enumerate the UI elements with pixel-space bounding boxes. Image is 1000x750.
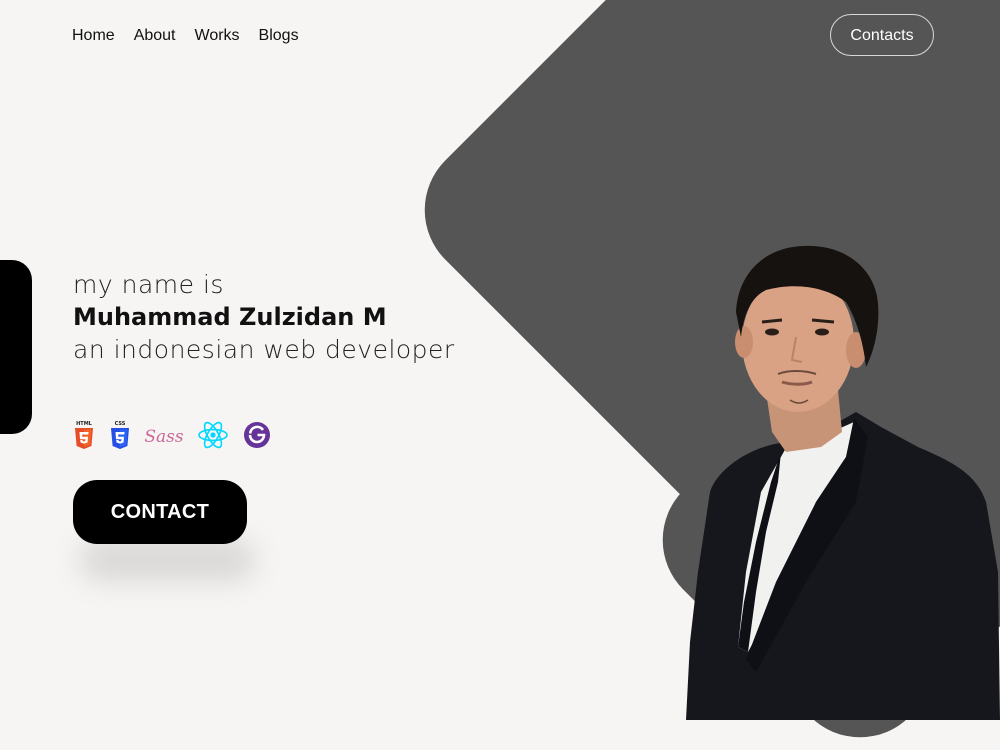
landing-page: Home About Works Blogs Contacts my name … <box>0 0 1000 750</box>
svg-text:CSS: CSS <box>115 421 126 427</box>
intro-text: my name is Muhammad Zulzidan M an indone… <box>73 268 455 366</box>
intro-line-1: my name is <box>73 270 224 299</box>
tech-stack-icons: HTML CSS Sass <box>72 418 272 452</box>
intro-line-3: an indonesian web developer <box>73 335 455 364</box>
svg-text:HTML: HTML <box>76 421 93 427</box>
css3-icon: CSS <box>108 418 132 452</box>
developer-name: Muhammad Zulzidan M <box>73 303 387 331</box>
contacts-button[interactable]: Contacts <box>830 14 934 56</box>
side-tab[interactable] <box>0 260 32 434</box>
contact-button[interactable]: CONTACT <box>73 480 247 544</box>
profile-photo <box>686 245 1000 720</box>
top-nav: Home About Works Blogs <box>72 24 299 48</box>
html5-icon: HTML <box>72 418 96 452</box>
nav-about-link[interactable]: About <box>134 24 176 48</box>
sass-icon: Sass <box>144 418 184 452</box>
nav-blogs-link[interactable]: Blogs <box>259 24 299 48</box>
contact-button-shadow <box>80 540 255 580</box>
gatsby-icon <box>242 418 272 452</box>
react-icon <box>196 418 230 452</box>
svg-text:Sass: Sass <box>144 427 184 447</box>
nav-works-link[interactable]: Works <box>195 24 240 48</box>
nav-home-link[interactable]: Home <box>72 24 115 48</box>
